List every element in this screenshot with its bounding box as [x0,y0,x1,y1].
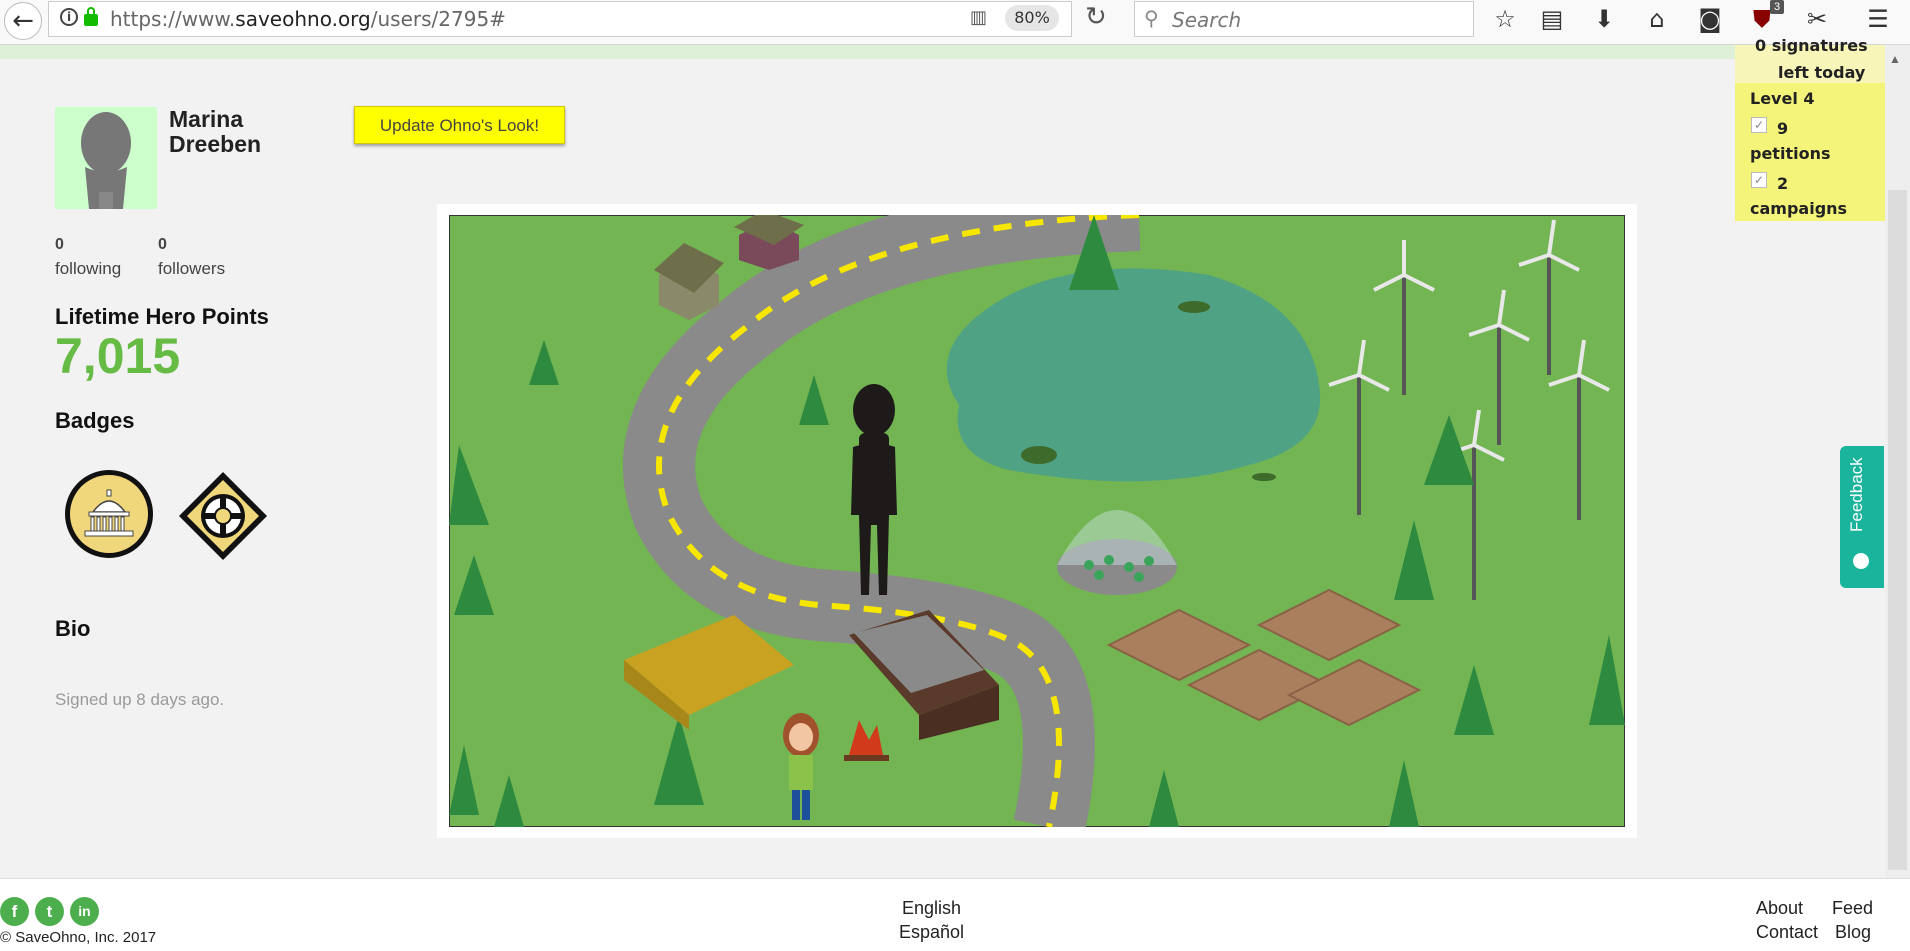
copyright-text: © SaveOhno, Inc. 2017 [0,929,157,946]
download-icon[interactable]: ⬇ [1584,2,1624,36]
pocket-icon[interactable]: ◙ [1690,2,1730,36]
capitol-badge[interactable] [63,468,155,560]
reload-icon[interactable]: ↻ [1085,2,1107,32]
reader-view-icon[interactable]: ▥ [970,7,994,28]
campaigns-label: campaigns [1750,199,1848,218]
update-look-button[interactable]: Update Ohno's Look! [354,106,565,144]
lifebuoy-badge[interactable] [177,470,269,562]
language-english-link[interactable]: English [902,898,961,919]
search-icon: ⚲ [1144,6,1159,30]
signatures-left-line1: 0 signatures [1755,36,1868,55]
lock-icon[interactable] [84,7,98,26]
petitions-count: 9 [1777,119,1789,138]
campaigns-count: 2 [1777,174,1789,193]
following-count[interactable]: 0 [55,236,64,254]
scroll-up-icon[interactable]: ▲ [1889,52,1901,66]
home-icon[interactable]: ⌂ [1637,2,1677,36]
followers-label[interactable]: followers [158,259,225,279]
signatures-left-line2: left today [1778,63,1866,82]
ublock-count-badge: 3 [1770,0,1784,14]
lake [946,268,1321,482]
house [734,210,804,270]
about-link[interactable]: About [1756,898,1803,919]
notice-strip [0,45,1910,59]
followers-count[interactable]: 0 [158,236,167,254]
contact-link[interactable]: Contact [1756,922,1818,943]
feed-link[interactable]: Feed [1832,898,1873,919]
menu-icon[interactable]: ☰ [1858,2,1898,36]
bookmark-star-icon[interactable]: ☆ [1485,2,1525,36]
signed-up-text: Signed up 8 days ago. [55,690,225,709]
badges-heading: Badges [55,408,135,433]
facebook-icon[interactable]: f [0,897,29,926]
world-map-illustration [448,179,1626,835]
scrollbar-thumb[interactable] [1888,190,1907,870]
user-name: Marina Dreeben [169,106,262,157]
bio-heading: Bio [55,616,91,641]
back-button[interactable]: ← [4,2,42,40]
search-input[interactable]: Search [1172,8,1241,32]
blog-link[interactable]: Blog [1835,922,1871,943]
screenshot-tool-icon[interactable]: ✂ [1797,2,1837,36]
petitions-label: petitions [1750,144,1831,163]
linkedin-icon[interactable]: in [70,897,99,926]
bookmarks-list-icon[interactable]: ▤ [1532,2,1572,36]
info-icon[interactable]: i [60,8,78,26]
language-espanol-link[interactable]: Español [899,922,964,943]
game-scene[interactable] [448,179,1626,835]
zoom-level-badge[interactable]: 80% [1005,5,1059,31]
feedback-label[interactable]: Feedback [1847,457,1867,532]
avatar [55,107,157,209]
capitol-badge-icon [65,470,153,558]
lifebuoy-badge-icon [179,472,267,560]
twitter-icon[interactable]: t [35,897,64,926]
following-label[interactable]: following [55,259,121,279]
petitions-checkbox: ✓ [1751,117,1767,133]
campaigns-checkbox: ✓ [1751,172,1767,188]
feedback-chat-icon[interactable] [1853,553,1869,569]
hero-points-value: 7,015 [55,328,181,384]
level-label: Level 4 [1750,89,1815,108]
avatar-silhouette-icon [81,112,131,209]
back-arrow-icon: ← [12,6,34,36]
url-text[interactable]: https://www.saveohno.org/users/2795# [110,7,506,31]
